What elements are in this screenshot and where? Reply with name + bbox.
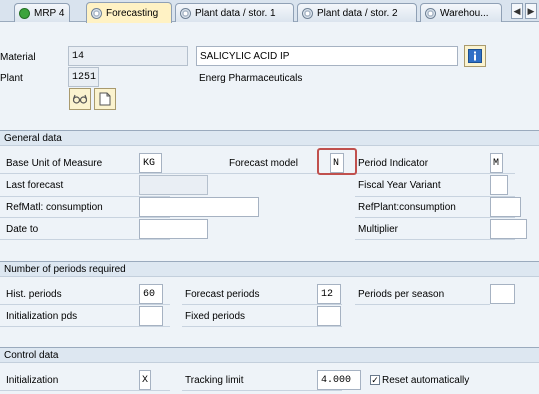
tab-label: Plant data / stor. 2 <box>317 7 398 19</box>
multiplier-field[interactable] <box>490 219 527 239</box>
last-forecast-label: Last forecast <box>6 180 64 191</box>
tab-label: Warehou... <box>440 7 489 19</box>
initialization-field[interactable]: X <box>139 370 151 390</box>
forecast-periods-field[interactable]: 12 <box>317 284 341 304</box>
reset-automatically-checkbox[interactable]: ✓ <box>370 375 380 385</box>
plant-description: Energ Pharmaceuticals <box>199 73 303 84</box>
check-icon <box>19 7 30 19</box>
glasses-icon <box>72 94 88 104</box>
fiscal-year-variant-label: Fiscal Year Variant <box>358 180 441 191</box>
date-to-field[interactable] <box>139 219 208 239</box>
period-indicator-field[interactable]: M <box>490 153 503 173</box>
ref-plant-consumption-label: RefPlant:consumption <box>358 202 456 213</box>
tab-warehouse[interactable]: Warehou... <box>420 3 502 22</box>
number-of-periods-group: Number of periods required <box>0 261 539 333</box>
document-icon <box>99 92 111 106</box>
group-title: Number of periods required <box>0 262 539 277</box>
tab-icon <box>425 7 436 19</box>
material-field[interactable]: 14 <box>68 46 188 66</box>
plant-field[interactable]: 1251 <box>68 67 99 87</box>
chevron-left-icon: ◀ <box>513 5 521 16</box>
periods-per-season-field[interactable] <box>490 284 515 304</box>
tab-forecasting[interactable]: Forecasting <box>86 2 172 23</box>
base-unit-label: Base Unit of Measure <box>6 158 103 169</box>
tab-plant-data-stor-2[interactable]: Plant data / stor. 2 <box>297 3 417 22</box>
base-unit-field[interactable]: KG <box>139 153 162 173</box>
initialization-label: Initialization <box>6 375 59 386</box>
tracking-limit-label: Tracking limit <box>185 375 244 386</box>
group-title: Control data <box>0 348 539 363</box>
date-to-label: Date to <box>6 224 39 235</box>
forecast-model-label: Forecast model <box>229 158 298 169</box>
periods-per-season-label: Periods per season <box>358 289 445 300</box>
tab-icon <box>91 7 102 19</box>
tab-label: Plant data / stor. 1 <box>195 7 276 19</box>
fiscal-year-variant-field[interactable] <box>490 175 508 195</box>
fixed-periods-field[interactable] <box>317 306 341 326</box>
initialization-pds-field[interactable] <box>139 306 163 326</box>
chevron-right-icon: ▶ <box>527 5 535 16</box>
ref-matl-consumption-field[interactable] <box>139 197 259 217</box>
material-description-field[interactable]: SALICYLIC ACID IP <box>196 46 458 66</box>
tracking-limit-field[interactable]: 4.000 <box>317 370 361 390</box>
tab-strip: MRP 4 Forecasting Plant data / stor. 1 P… <box>0 0 539 23</box>
checkmark-icon: ✓ <box>371 374 379 385</box>
tab-plant-data-stor-1[interactable]: Plant data / stor. 1 <box>175 3 294 22</box>
last-forecast-field[interactable] <box>139 175 208 195</box>
group-title: General data <box>0 131 539 146</box>
period-indicator-label: Period Indicator <box>358 158 429 169</box>
tab-label: MRP 4 <box>34 7 65 19</box>
tab-icon <box>302 7 313 19</box>
glasses-button[interactable] <box>69 88 91 110</box>
initialization-pds-label: Initialization pds <box>6 311 78 322</box>
plant-label: Plant <box>0 73 23 84</box>
tab-mrp4[interactable]: MRP 4 <box>14 3 70 22</box>
info-button[interactable] <box>464 45 486 67</box>
hist-periods-field[interactable]: 60 <box>139 284 163 304</box>
forecast-model-field[interactable]: N <box>330 153 344 173</box>
material-label: Material <box>0 52 36 63</box>
control-data-group: Control data <box>0 347 539 394</box>
scroll-left-button[interactable]: ◀ <box>511 3 523 19</box>
hist-periods-label: Hist. periods <box>6 289 62 300</box>
scroll-right-button[interactable]: ▶ <box>525 3 537 19</box>
general-data-group: General data <box>0 130 539 246</box>
ref-plant-consumption-field[interactable] <box>490 197 521 217</box>
tab-label: Forecasting <box>106 7 159 19</box>
forecast-periods-label: Forecast periods <box>185 289 260 300</box>
fixed-periods-label: Fixed periods <box>185 311 246 322</box>
tab-icon <box>180 7 191 19</box>
ref-matl-consumption-label: RefMatl: consumption <box>6 202 103 213</box>
multiplier-label: Multiplier <box>358 224 399 235</box>
info-icon <box>468 49 482 63</box>
document-button[interactable] <box>94 88 116 110</box>
reset-automatically-label: Reset automatically <box>382 375 470 386</box>
